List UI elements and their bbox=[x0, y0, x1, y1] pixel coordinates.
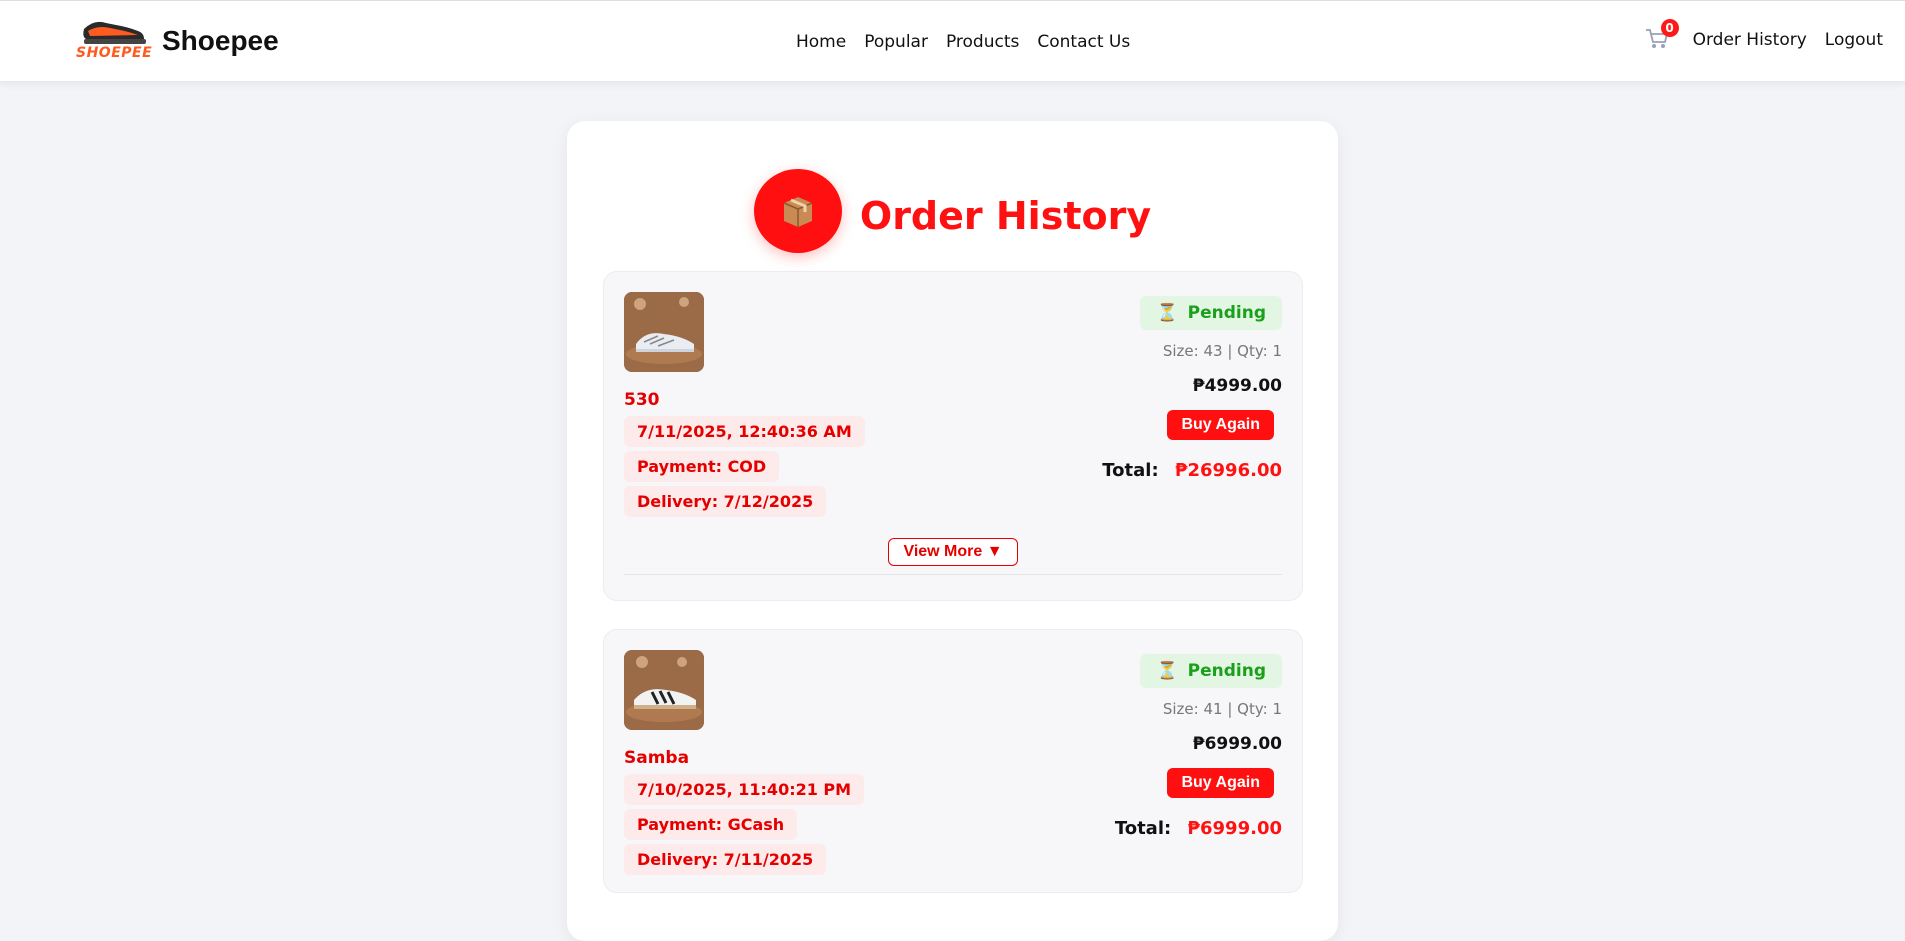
order-history-link[interactable]: Order History bbox=[1693, 30, 1807, 50]
order-history-panel: Order History 530 7/11/2025, 12:40:36 AM… bbox=[567, 121, 1338, 941]
brand-name: Shoepee bbox=[162, 25, 279, 56]
page-title-row: Order History bbox=[567, 169, 1338, 253]
delivery-date: Delivery: 7/12/2025 bbox=[624, 486, 827, 517]
order-card: 530 7/11/2025, 12:40:36 AM Payment: COD … bbox=[603, 271, 1303, 601]
delivery-date: Delivery: 7/11/2025 bbox=[624, 844, 827, 875]
hourglass-icon: ⏳ bbox=[1156, 303, 1178, 323]
page-title: Order History bbox=[859, 194, 1152, 238]
main-nav: Home Popular Products Contact Us bbox=[796, 32, 1130, 52]
buy-again-button[interactable]: Buy Again bbox=[1167, 768, 1274, 798]
total-label: Total: bbox=[1114, 818, 1172, 839]
nav-home[interactable]: Home bbox=[796, 32, 846, 52]
item-price: ₱6999.00 bbox=[1192, 734, 1282, 754]
product-thumbnail bbox=[624, 292, 704, 372]
hourglass-icon: ⏳ bbox=[1156, 661, 1178, 681]
brand[interactable]: SHOEPEE Shoepee bbox=[76, 15, 279, 67]
status-text: Pending bbox=[1187, 661, 1266, 681]
total-amount: ₱6999.00 bbox=[1187, 818, 1282, 839]
top-navbar: SHOEPEE Shoepee Home Popular Products Co… bbox=[0, 0, 1905, 81]
logo-text: SHOEPEE bbox=[76, 45, 153, 61]
buy-again-button[interactable]: Buy Again bbox=[1167, 410, 1274, 440]
package-icon bbox=[753, 169, 842, 253]
logout-link[interactable]: Logout bbox=[1825, 30, 1883, 50]
cart-button[interactable]: 0 bbox=[1645, 19, 1679, 52]
nav-contact-us[interactable]: Contact Us bbox=[1037, 32, 1130, 52]
product-thumbnail bbox=[624, 650, 704, 730]
product-name: 530 bbox=[624, 390, 660, 410]
total-label: Total: bbox=[1102, 460, 1159, 481]
product-name: Samba bbox=[624, 748, 690, 768]
total-amount: ₱26996.00 bbox=[1174, 460, 1282, 481]
status-badge: ⏳ Pending bbox=[1140, 654, 1282, 688]
view-more-button[interactable]: View More ▼ bbox=[888, 538, 1018, 566]
payment-method: Payment: GCash bbox=[624, 809, 798, 840]
payment-method: Payment: COD bbox=[624, 451, 780, 482]
order-datetime: 7/10/2025, 11:40:21 PM bbox=[624, 774, 865, 805]
nav-popular[interactable]: Popular bbox=[864, 32, 928, 52]
order-datetime: 7/11/2025, 12:40:36 AM bbox=[624, 416, 865, 447]
cart-count-badge: 0 bbox=[1660, 19, 1679, 37]
order-total: Total: ₱26996.00 bbox=[1102, 460, 1282, 481]
user-nav: 0 Order History Logout bbox=[1645, 19, 1883, 52]
status-text: Pending bbox=[1187, 303, 1266, 323]
order-total: Total: ₱6999.00 bbox=[1115, 818, 1282, 839]
nav-products[interactable]: Products bbox=[946, 32, 1019, 52]
divider bbox=[624, 574, 1282, 575]
size-qty: Size: 43 | Qty: 1 bbox=[1162, 342, 1282, 360]
size-qty: Size: 41 | Qty: 1 bbox=[1162, 700, 1282, 718]
status-badge: ⏳ Pending bbox=[1140, 296, 1282, 330]
item-price: ₱4999.00 bbox=[1192, 376, 1282, 396]
order-card: Samba 7/10/2025, 11:40:21 PM Payment: GC… bbox=[603, 629, 1303, 893]
shoe-logo-icon: SHOEPEE bbox=[76, 15, 153, 67]
